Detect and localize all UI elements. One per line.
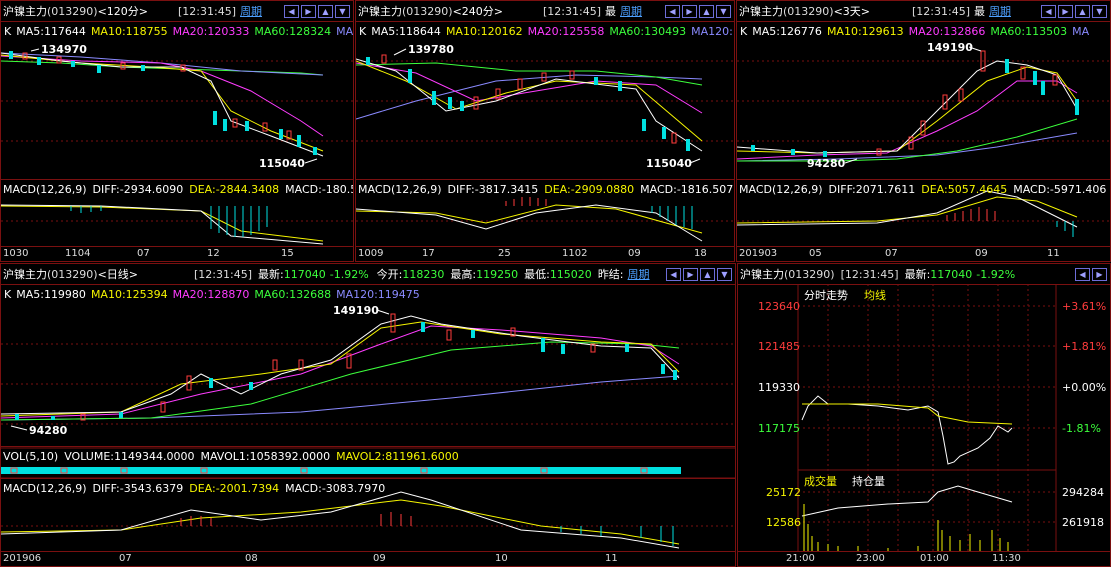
- time-tick: 01:00: [920, 553, 949, 564]
- intraday-panel[interactable]: 沪镍主力(013290) [12:31:45] 最新: 117040 -1.92…: [737, 263, 1111, 567]
- x-tick: 07: [885, 248, 898, 259]
- x-tick: 05: [809, 248, 822, 259]
- x-tick: 09: [975, 248, 988, 259]
- x-tick: 18: [694, 248, 707, 259]
- macd-value: MACD:-5971.406: [1013, 182, 1107, 196]
- dea-value: DEA:-2001.7394: [189, 481, 280, 495]
- open-interest-label: 持仓量: [852, 475, 885, 488]
- macd-legend: MACD(12,26,9) DIFF:-3543.6379 DEA:-2001.…: [1, 478, 735, 497]
- macd-label: MACD(12,26,9): [739, 182, 823, 196]
- x-tick: 15: [281, 248, 294, 259]
- volume-axis-label: 25172: [766, 486, 801, 499]
- x-tick: 07: [137, 248, 150, 259]
- macd-legend: MACD(12,26,9) DIFF:2071.7611 DEA:5057.46…: [737, 179, 1110, 198]
- low-annotation: 94280: [807, 157, 846, 170]
- volume-value: VOLUME:1149344.0000: [64, 449, 195, 463]
- pct-label: +3.61%: [1062, 300, 1107, 313]
- diff-value: DIFF:2071.7611: [828, 182, 916, 196]
- diff-value: DIFF:-2934.6090: [92, 182, 184, 196]
- pct-label: +1.81%: [1062, 340, 1107, 353]
- low-annotation: 94280: [29, 424, 68, 437]
- macd-legend: MACD(12,26,9) DIFF:-2934.6090 DEA:-2844.…: [1, 179, 353, 198]
- volume-label: 成交量: [804, 475, 837, 488]
- dea-value: DEA:5057.4645: [921, 182, 1008, 196]
- high-annotation: 134970: [41, 43, 87, 56]
- x-tick: 201906: [3, 553, 42, 564]
- kline-chart[interactable]: 149190 94280: [737, 1, 1111, 262]
- pct-label: +0.00%: [1062, 381, 1107, 394]
- x-tick: 1009: [358, 248, 384, 259]
- price-label: 119330: [758, 381, 800, 394]
- timeshare-label: 分时走势: [804, 289, 848, 302]
- x-tick: 1104: [65, 248, 91, 259]
- high-annotation: 149190: [927, 41, 973, 54]
- x-tick: 11: [605, 553, 618, 564]
- mavol1-value: MAVOL1:1058392.0000: [200, 449, 331, 463]
- diff-value: DIFF:-3543.6379: [92, 481, 184, 495]
- x-axis: 201906 07 08 09 10 11: [1, 551, 735, 566]
- x-tick: 07: [119, 553, 132, 564]
- x-axis: 1009 17 25 1102 09 18: [356, 246, 734, 261]
- x-tick: 201903: [739, 248, 778, 259]
- volume-legend: VOL(5,10) VOLUME:1149344.0000 MAVOL1:105…: [1, 446, 735, 465]
- macd-label: MACD(12,26,9): [3, 481, 87, 495]
- chart-panel-240min[interactable]: 沪镍主力(013290)<240分> [12:31:45] 最 周期 ◀ ▶ ▲ ▼ …: [355, 0, 735, 262]
- x-axis: 1030 1104 07 12 15: [1, 246, 353, 261]
- avg-line-label: 均线: [864, 289, 886, 302]
- diff-value: DIFF:-3817.3415: [447, 182, 539, 196]
- x-tick: 17: [422, 248, 435, 259]
- chart-panel-120min[interactable]: 沪镍主力(013290)<120分> [12:31:45] 周期 ◀ ▶ ▲ ▼ K …: [0, 0, 354, 262]
- macd-label: MACD(12,26,9): [358, 182, 442, 196]
- macd-value: MACD:-180.5: [285, 182, 354, 196]
- low-annotation: 115040: [646, 157, 692, 170]
- macd-label: MACD(12,26,9): [3, 182, 87, 196]
- x-tick: 1102: [562, 248, 588, 259]
- macd-value: MACD:-1816.507: [640, 182, 734, 196]
- vol-label: VOL(5,10): [3, 449, 59, 463]
- dea-value: DEA:-2844.3408: [189, 182, 280, 196]
- high-annotation: 149190: [333, 304, 379, 317]
- chart-panel-3day[interactable]: 沪镍主力(013290)<3天> [12:31:45] 最 周期 ◀ ▶ ▲ ▼ K …: [736, 0, 1111, 262]
- low-annotation: 115040: [259, 157, 305, 170]
- chart-panel-daily[interactable]: 沪镍主力(013290)<日线> [12:31:45] 最新: 117040 -…: [0, 263, 736, 567]
- x-tick: 08: [245, 553, 258, 564]
- time-tick: 23:00: [856, 553, 885, 564]
- x-tick: 09: [373, 553, 386, 564]
- oi-axis-label: 294284: [1062, 486, 1104, 499]
- mavol2-value: MAVOL2:811961.6000: [336, 449, 459, 463]
- volume-axis-label: 12586: [766, 516, 801, 529]
- price-label: 121485: [758, 340, 800, 353]
- price-label: 123640: [758, 300, 800, 313]
- time-tick: 11:30: [992, 553, 1021, 564]
- time-tick: 21:00: [786, 553, 815, 564]
- x-tick: 10: [495, 553, 508, 564]
- x-tick: 1030: [3, 248, 29, 259]
- high-annotation: 139780: [408, 43, 454, 56]
- x-tick: 25: [498, 248, 511, 259]
- macd-legend: MACD(12,26,9) DIFF:-3817.3415 DEA:-2909.…: [356, 179, 734, 198]
- oi-axis-label: 261918: [1062, 516, 1104, 529]
- x-tick: 09: [628, 248, 641, 259]
- macd-value: MACD:-3083.7970: [285, 481, 386, 495]
- kline-chart[interactable]: 139780 115040: [356, 1, 735, 262]
- pct-label: -1.81%: [1062, 422, 1101, 435]
- time-axis: 21:00 23:00 01:00 11:30: [738, 551, 1110, 566]
- dea-value: DEA:-2909.0880: [544, 182, 635, 196]
- x-tick: 11: [1047, 248, 1060, 259]
- x-axis: 201903 05 07 09 11: [737, 246, 1110, 261]
- price-label: 117175: [758, 422, 800, 435]
- x-tick: 12: [207, 248, 220, 259]
- kline-chart[interactable]: 149190 94280: [1, 264, 736, 567]
- kline-chart[interactable]: 134970 115040: [1, 1, 354, 262]
